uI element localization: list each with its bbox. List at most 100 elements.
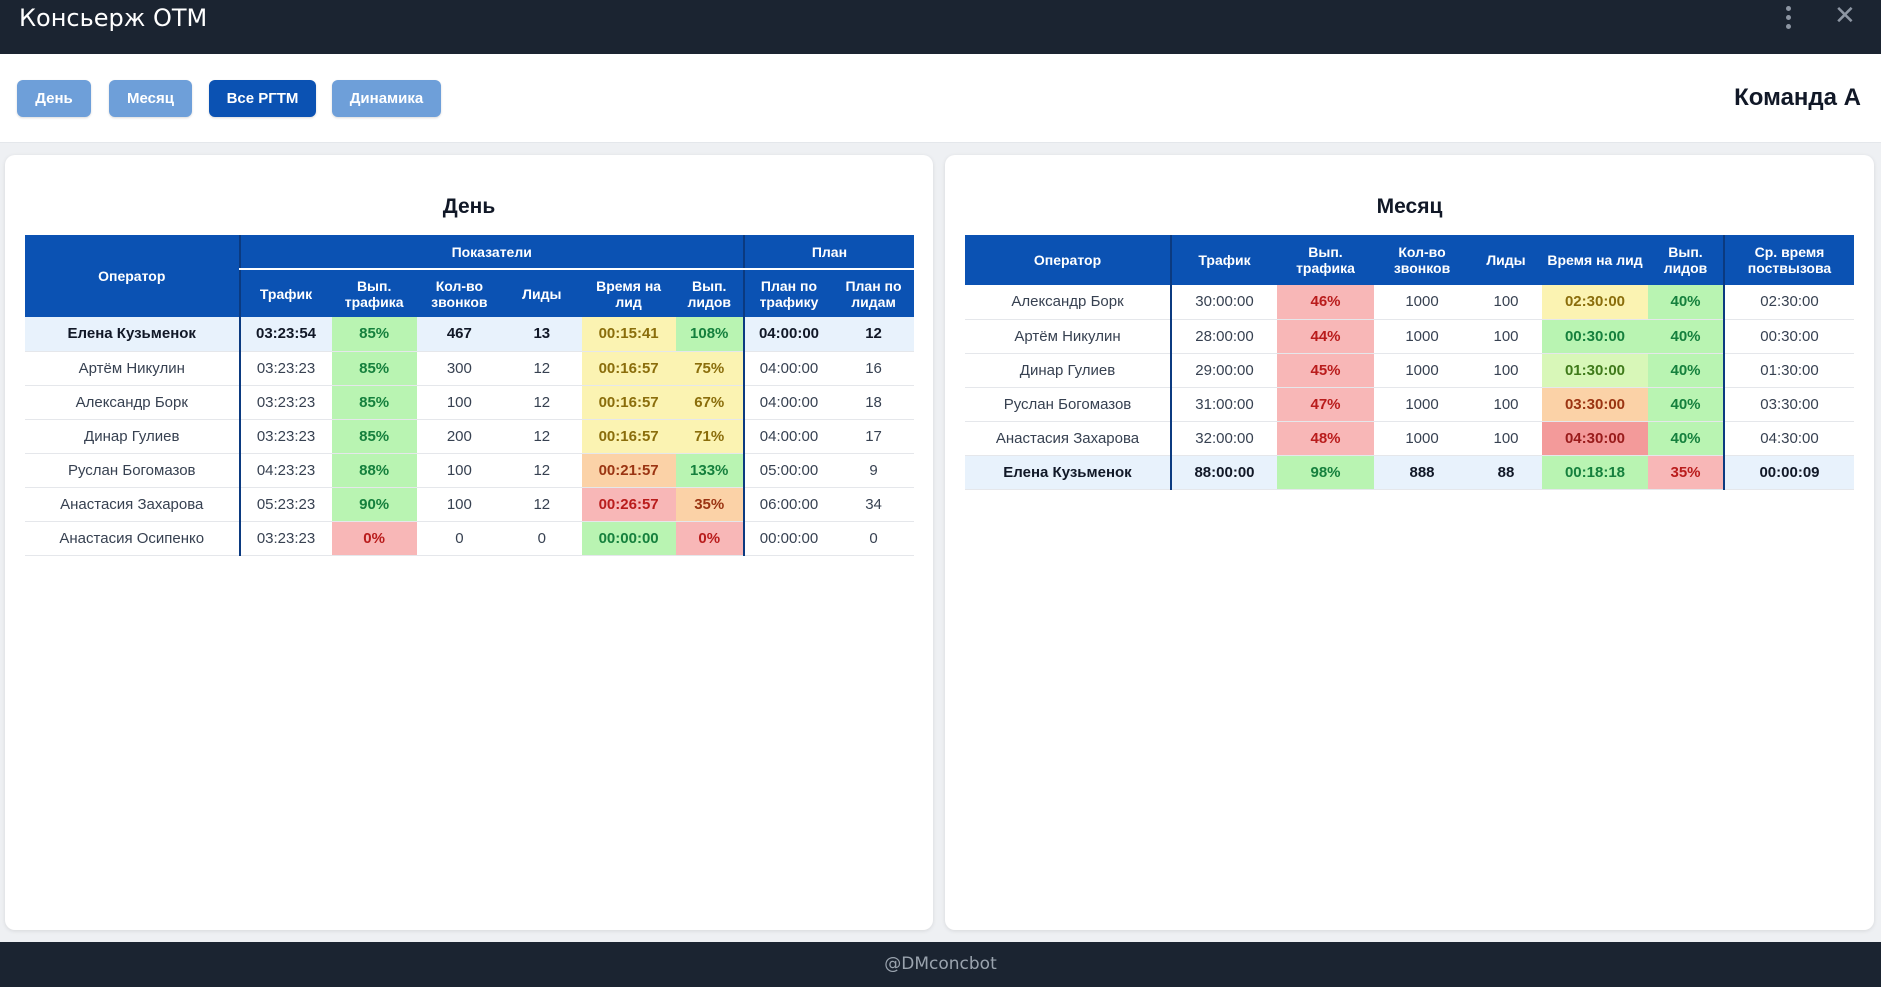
operator-name-cell: Руслан Богомазов: [965, 387, 1171, 422]
table-cell: 46%: [1277, 285, 1374, 320]
table-cell: 40%: [1648, 353, 1724, 388]
team-name: Команда А: [1734, 84, 1861, 111]
table-cell: 03:23:23: [238, 419, 332, 454]
table-cell: 71%: [675, 419, 744, 454]
table-cell: 200: [416, 419, 502, 454]
day-header-time-per-lead: Время на лид: [581, 269, 676, 317]
table-cell: 12: [501, 351, 582, 386]
operator-name-cell: Анастасия Захарова: [965, 421, 1171, 456]
table-cell: 48%: [1277, 421, 1374, 456]
footer-bot-handle: @DMconcbot: [0, 942, 1881, 987]
table-row: Анастасия Осипенко 03:23:23 0% 0 0 00:00:00 0%…: [25, 521, 914, 556]
table-row: Александр Борк 30:00:00 46% 1000 100 02:30:00…: [965, 285, 1854, 320]
operator-name-cell: Анастасия Захарова: [25, 487, 240, 522]
month-header-leads: Лиды: [1470, 235, 1542, 285]
table-cell: 04:30:00: [1723, 421, 1854, 456]
table-cell: 88:00:00: [1170, 455, 1277, 490]
operator-name-cell: Руслан Богомазов: [25, 453, 240, 488]
table-cell: 100: [1470, 353, 1542, 388]
month-header-calls: Кол-во звонков: [1374, 235, 1470, 285]
table-cell: 00:15:41: [581, 317, 676, 352]
month-panel-title: Месяц: [1376, 195, 1443, 218]
month-header-operator: Оператор: [965, 235, 1171, 285]
day-header-plan-traffic: План по трафику: [742, 269, 834, 317]
table-cell: 00:00:00: [742, 521, 834, 556]
table-cell: 40%: [1648, 387, 1724, 422]
table-cell: 85%: [331, 317, 417, 352]
month-header-traffic-pct: Вып. трафика: [1277, 235, 1374, 285]
month-table-body: Александр Борк 30:00:00 46% 1000 100 02:30:00…: [965, 285, 1854, 490]
table-cell: 100: [416, 385, 502, 420]
table-cell: 47%: [1277, 387, 1374, 422]
table-cell: 12: [501, 453, 582, 488]
close-icon[interactable]: ✕: [1834, 1, 1856, 31]
table-cell: 1000: [1374, 319, 1470, 354]
all-rgtm-button[interactable]: Все РГТМ: [209, 80, 316, 117]
table-row: Динар Гулиев 29:00:00 45% 1000 100 01:30:00 40…: [965, 353, 1854, 388]
table-cell: 03:23:54: [238, 317, 332, 352]
table-cell: 40%: [1648, 319, 1724, 354]
table-cell: 35%: [1648, 455, 1724, 490]
table-cell: 00:16:57: [581, 385, 676, 420]
table-cell: 05:23:23: [238, 487, 332, 522]
table-row: Александр Борк 03:23:23 85% 100 12 00:16:57 67…: [25, 385, 914, 420]
month-header-leads-pct: Вып. лидов: [1648, 235, 1724, 285]
table-cell: 01:30:00: [1723, 353, 1854, 388]
month-button[interactable]: Месяц: [109, 80, 192, 117]
table-cell: 29:00:00: [1170, 353, 1277, 388]
table-cell: 04:00:00: [742, 385, 834, 420]
operator-name-cell: Елена Кузьменок: [25, 317, 240, 352]
table-cell: 9: [833, 453, 914, 488]
table-cell: 100: [416, 453, 502, 488]
table-row: Руслан Богомазов 31:00:00 47% 1000 100 03:30:…: [965, 387, 1854, 422]
table-cell: 888: [1374, 455, 1470, 490]
table-row: Анастасия Захарова 05:23:23 90% 100 12 00:26:…: [25, 487, 914, 522]
table-cell: 0%: [331, 521, 417, 556]
title-bar: Консьерж ОТМ ✕: [0, 0, 1881, 54]
table-cell: 17: [833, 419, 914, 454]
table-cell: 28:00:00: [1170, 319, 1277, 354]
table-cell: 1000: [1374, 387, 1470, 422]
table-cell: 02:30:00: [1723, 285, 1854, 320]
table-cell: 100: [1470, 285, 1542, 320]
table-cell: 0: [833, 521, 914, 556]
table-cell: 100: [416, 487, 502, 522]
table-cell: 13: [501, 317, 582, 352]
table-cell: 0: [501, 521, 582, 556]
table-cell: 35%: [675, 487, 744, 522]
table-cell: 04:23:23: [238, 453, 332, 488]
table-cell: 03:30:00: [1723, 387, 1854, 422]
table-cell: 1000: [1374, 285, 1470, 320]
table-cell: 04:00:00: [742, 419, 834, 454]
table-cell: 16: [833, 351, 914, 386]
table-cell: 05:00:00: [742, 453, 834, 488]
dynamics-button[interactable]: Динамика: [332, 80, 441, 117]
more-menu-icon[interactable]: [1778, 4, 1798, 30]
table-cell: 04:30:00: [1542, 421, 1648, 456]
operator-name-cell: Елена Кузьменок: [965, 455, 1171, 490]
table-cell: 85%: [331, 385, 417, 420]
month-header-avg-recall: Ср. время поствызова: [1723, 235, 1854, 285]
day-button[interactable]: День: [17, 80, 91, 117]
table-cell: 03:23:23: [238, 521, 332, 556]
table-cell: 00:26:57: [581, 487, 676, 522]
day-panel: День Оператор Показатели План Трафик Вып…: [5, 155, 933, 930]
table-cell: 100: [1470, 319, 1542, 354]
table-cell: 18: [833, 385, 914, 420]
month-panel: Месяц Оператор Трафик Вып. трафика Кол-в…: [945, 155, 1874, 930]
month-table: Оператор Трафик Вып. трафика Кол-во звон…: [965, 235, 1854, 490]
day-table-body: Елена Кузьменок 03:23:54 85% 467 13 00:15:41 1…: [25, 317, 914, 556]
table-row: Руслан Богомазов 04:23:23 88% 100 12 00:21:57…: [25, 453, 914, 488]
table-cell: 04:00:00: [742, 317, 834, 352]
toolbar: День Месяц Все РГТМ Динамика Команда А: [0, 54, 1881, 143]
table-cell: 45%: [1277, 353, 1374, 388]
table-cell: 00:16:57: [581, 419, 676, 454]
table-cell: 12: [501, 419, 582, 454]
operator-name-cell: Динар Гулиев: [25, 419, 240, 454]
app-title: Консьерж ОТМ: [19, 4, 208, 32]
table-cell: 44%: [1277, 319, 1374, 354]
table-cell: 03:30:00: [1542, 387, 1648, 422]
day-header-traffic-pct: Вып. трафика: [331, 269, 417, 317]
table-cell: 88%: [331, 453, 417, 488]
table-cell: 108%: [675, 317, 744, 352]
